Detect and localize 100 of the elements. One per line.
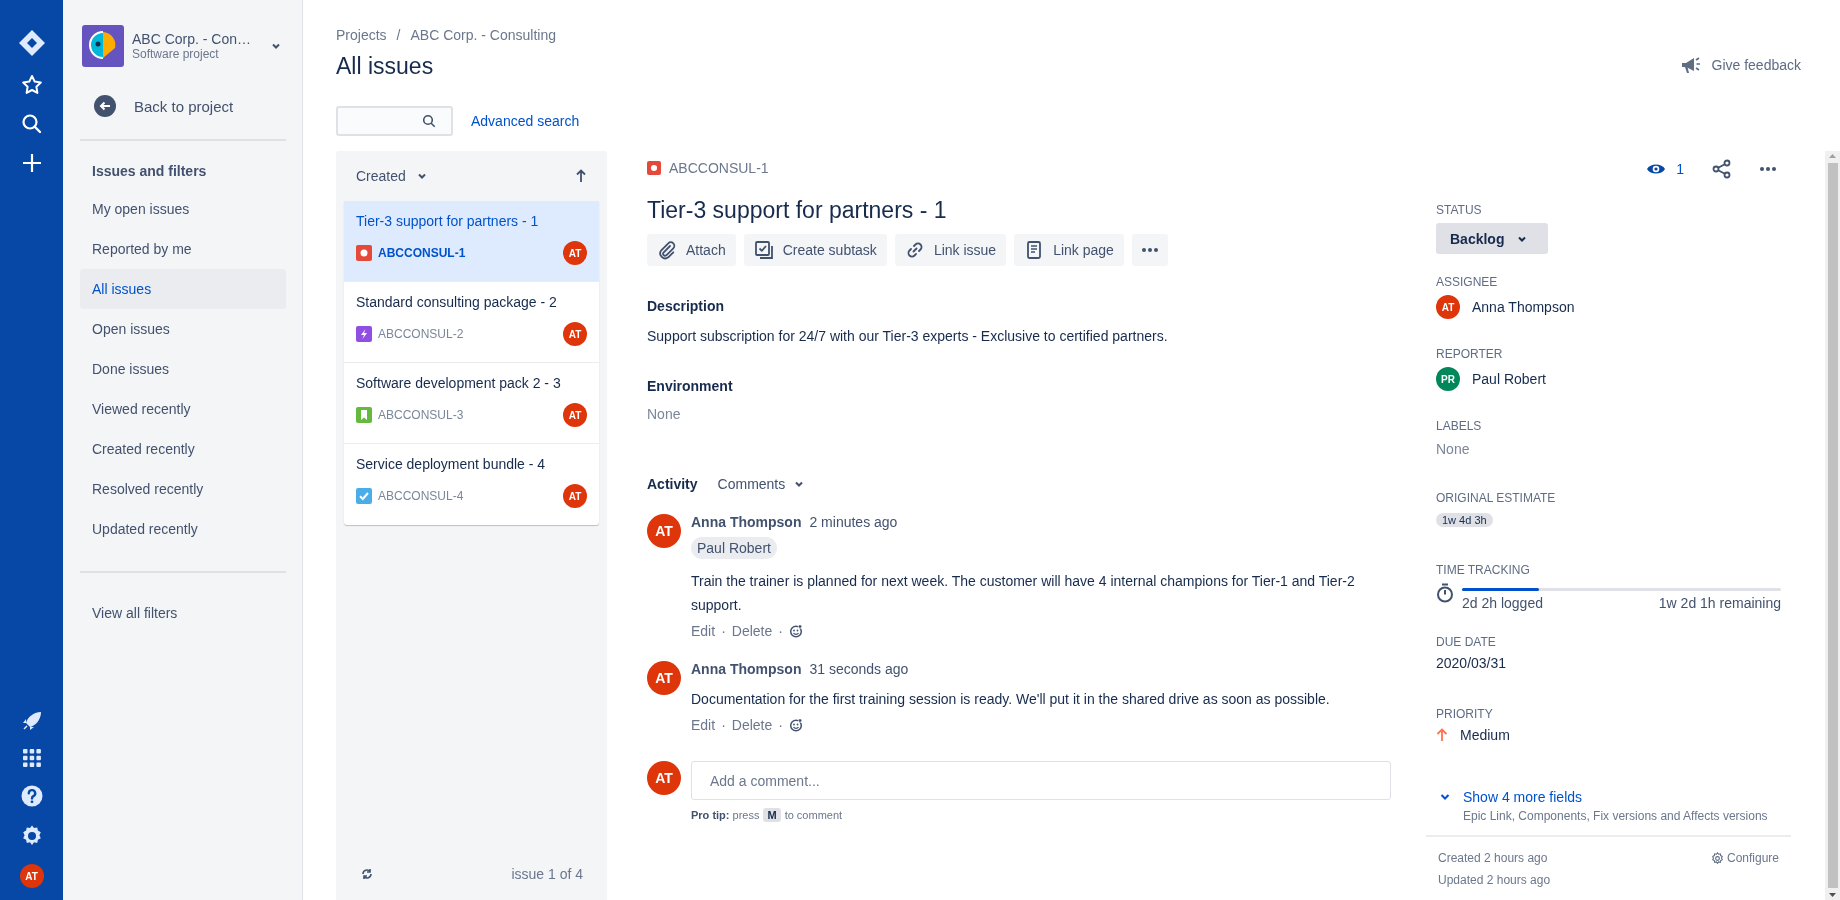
field-label: STATUS xyxy=(1436,203,1483,217)
more-icon[interactable] xyxy=(1760,167,1776,171)
user-avatar: AT xyxy=(647,761,681,795)
back-to-project-label[interactable]: Back to project xyxy=(134,97,234,115)
user-avatar[interactable]: AT xyxy=(19,864,44,888)
page-button[interactable]: Link page xyxy=(1014,234,1124,266)
app-grid-icon[interactable] xyxy=(21,748,42,768)
comment-author: Anna Thompson xyxy=(691,661,802,677)
assignee-avatar: AT xyxy=(563,484,587,508)
issue-card[interactable]: Tier-3 support for partners - 1 ABCCONSUL-1 AT xyxy=(344,201,599,282)
separator-dot: · xyxy=(778,623,783,639)
rocket-icon[interactable] xyxy=(20,710,43,732)
issue-key-link[interactable]: ABCCONSUL-1 xyxy=(669,160,769,176)
assignee-avatar: AT xyxy=(563,403,587,427)
breadcrumb-link[interactable]: ABC Corp. - Consulting xyxy=(410,27,556,43)
advanced-search-link[interactable]: Advanced search xyxy=(471,113,580,129)
field-value[interactable]: None xyxy=(1436,441,1781,457)
issue-card[interactable]: Standard consulting package - 2 ABCCONSUL-2 AT xyxy=(344,282,599,363)
sidebar-item[interactable]: Created recently xyxy=(80,429,286,469)
environment-value[interactable]: None xyxy=(647,406,1416,422)
comment-action-link[interactable]: Delete xyxy=(731,717,773,733)
more-button[interactable] xyxy=(1131,234,1168,266)
field-value[interactable]: 2020/03/31 xyxy=(1436,655,1507,671)
sidebar-item[interactable]: Reported by me xyxy=(80,229,286,269)
gear-icon xyxy=(1710,851,1724,865)
bug-icon xyxy=(647,161,661,175)
mention-chip[interactable]: Paul Robert xyxy=(691,537,777,559)
sidebar-item[interactable]: Updated recently xyxy=(80,509,286,549)
issue-key: ABCCONSUL-3 xyxy=(378,408,557,422)
breadcrumb-separator: / xyxy=(396,27,401,43)
show-more-fields-link[interactable]: Show 4 more fields xyxy=(1439,789,1781,805)
sort-ascending-icon[interactable] xyxy=(575,169,587,183)
comment-action-link[interactable]: Delete xyxy=(731,623,773,639)
add-reaction-icon[interactable] xyxy=(788,624,803,638)
sidebar-item[interactable]: My open issues xyxy=(80,189,286,229)
subtask-button[interactable]: Create subtask xyxy=(743,234,887,266)
commenter-avatar: AT xyxy=(647,661,681,695)
separator-dot: · xyxy=(778,717,783,733)
description-text[interactable]: Support subscription for 24/7 with our Tier-3 experts - Exclusive to certified partners. xyxy=(647,328,1416,344)
user-name[interactable]: Paul Robert xyxy=(1472,371,1546,387)
configure-button[interactable]: Configure xyxy=(1710,851,1779,865)
eye-icon xyxy=(1646,162,1667,176)
search-icon[interactable] xyxy=(19,112,44,136)
megaphone-icon xyxy=(1679,55,1702,75)
issue-card[interactable]: Software development pack 2 - 3 ABCCONSUL-3 AT xyxy=(344,363,599,444)
field-label: REPORTER xyxy=(1436,347,1504,361)
sort-dropdown[interactable]: Created xyxy=(356,168,428,184)
field-label: DUE DATE xyxy=(1436,635,1497,649)
help-icon[interactable] xyxy=(19,784,44,808)
refresh-icon[interactable] xyxy=(360,867,374,881)
issue-key: ABCCONSUL-2 xyxy=(378,327,557,341)
task-icon xyxy=(356,488,372,504)
sidebar-item[interactable]: Done issues xyxy=(80,349,286,389)
link-button[interactable]: Link issue xyxy=(894,234,1007,266)
comment-input-field[interactable]: Add a comment... xyxy=(691,761,1391,800)
watchers-button[interactable]: 1 xyxy=(1646,161,1684,177)
scrollbar[interactable] xyxy=(1825,151,1840,900)
field-label: ORIGINAL ESTIMATE xyxy=(1436,491,1557,505)
give-feedback-button[interactable]: Give feedback xyxy=(1679,55,1801,75)
add-reaction-icon[interactable] xyxy=(788,718,803,732)
subtask-icon xyxy=(753,240,774,260)
breadcrumb-link[interactable]: Projects xyxy=(336,27,387,43)
project-logo-icon xyxy=(82,25,124,67)
sidebar-item[interactable]: All issues xyxy=(80,269,286,309)
arrow-up-icon xyxy=(1436,728,1448,742)
project-type: Software project xyxy=(132,47,219,61)
comment-action-link[interactable]: Edit xyxy=(691,623,716,639)
sidebar-item[interactable]: Open issues xyxy=(80,309,286,349)
activity-filter-dropdown[interactable]: Comments xyxy=(717,476,806,492)
share-icon[interactable] xyxy=(1712,159,1732,179)
issue-title: Standard consulting package - 2 xyxy=(356,294,558,310)
star-icon[interactable] xyxy=(19,73,44,97)
search-field[interactable] xyxy=(336,106,453,136)
issue-key: ABCCONSUL-1 xyxy=(378,246,557,260)
description-heading: Description xyxy=(647,298,725,314)
sidebar-item[interactable]: Viewed recently xyxy=(80,389,286,429)
priority-value[interactable]: Medium xyxy=(1460,727,1510,743)
pro-tip-text: Pro tip: press xyxy=(691,809,760,821)
issue-card[interactable]: Service deployment bundle - 4 ABCCONSUL-4 AT xyxy=(344,444,599,525)
attach-button[interactable]: Attach xyxy=(647,234,736,266)
field-label: ASSIGNEE xyxy=(1436,275,1499,289)
back-to-project-link[interactable]: Back to project xyxy=(94,95,286,117)
field-label: PRIORITY xyxy=(1436,707,1494,721)
user-name[interactable]: Anna Thompson xyxy=(1472,299,1575,315)
estimate-chip[interactable]: 1w 4d 3h xyxy=(1436,513,1493,527)
sidebar-item[interactable]: Resolved recently xyxy=(80,469,286,509)
view-all-filters-link[interactable]: View all filters xyxy=(80,593,286,633)
status-dropdown[interactable]: Backlog xyxy=(1436,223,1549,254)
time-logged: 2d 2h logged xyxy=(1462,595,1543,611)
project-name: ABC Corp. - Con… xyxy=(132,31,252,47)
comment-text: Documentation for the first training session is ready. We'll put it in the shared drive as soon as possible. xyxy=(691,690,1331,709)
issue-title: Software development pack 2 - 3 xyxy=(356,375,562,391)
separator-dot: · xyxy=(721,717,726,733)
issue-title: Tier-3 support for partners - 1 xyxy=(647,197,948,224)
user-avatar: PR xyxy=(1436,367,1460,391)
environment-heading: Environment xyxy=(647,378,734,394)
stopwatch-icon xyxy=(1436,583,1454,603)
comment-action-link[interactable]: Edit xyxy=(691,717,716,733)
search-icon xyxy=(422,114,436,128)
more-icon xyxy=(1141,248,1158,252)
